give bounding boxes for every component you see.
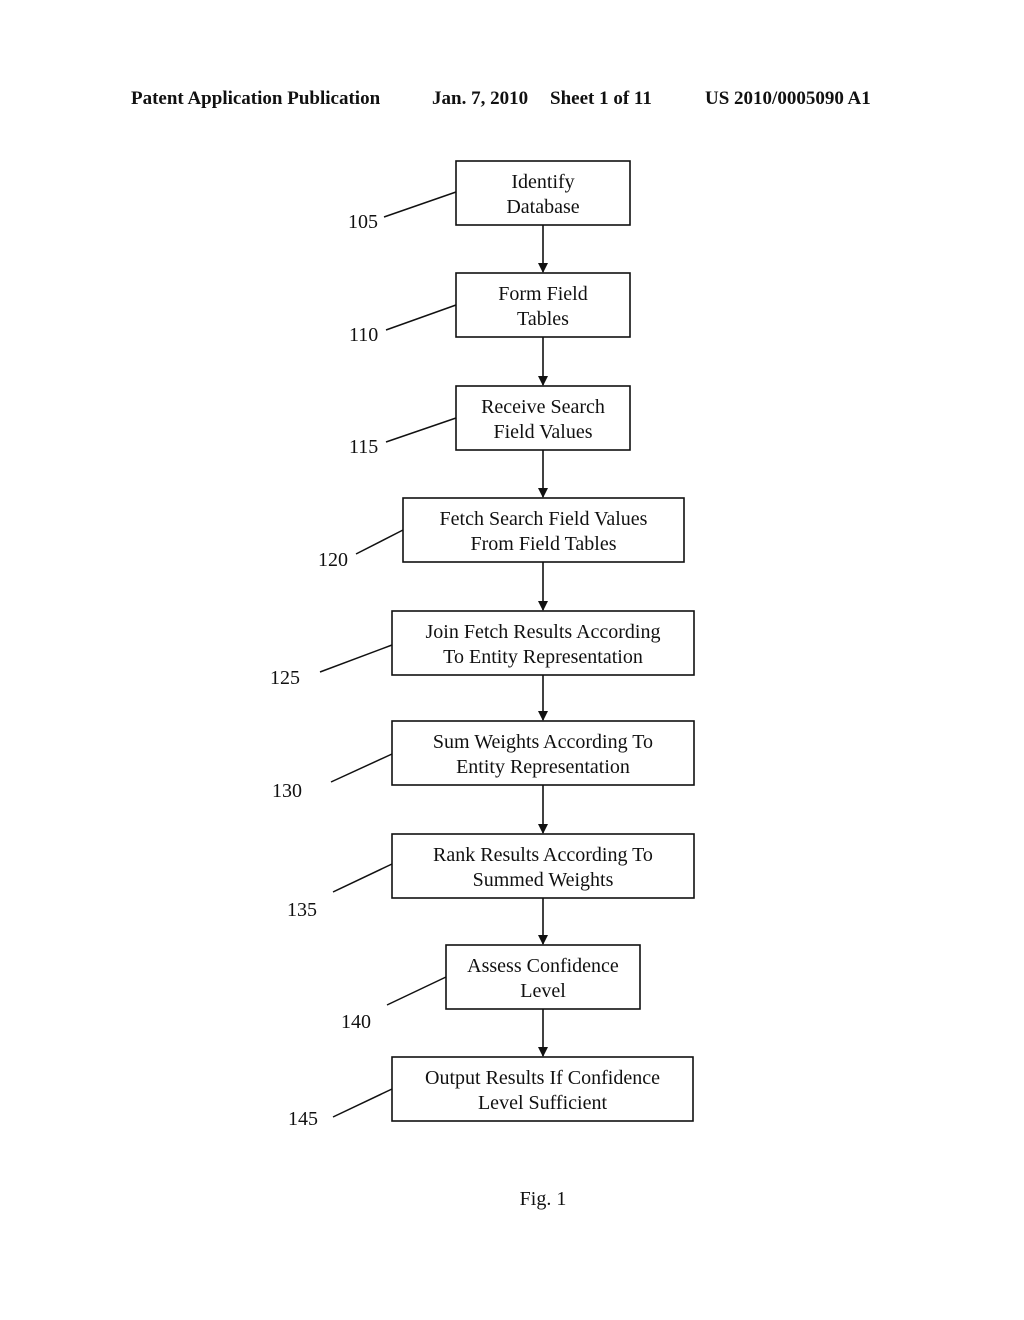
process-box-130: Sum Weights According To Entity Represent… bbox=[391, 720, 695, 786]
leader-line-130 bbox=[330, 753, 393, 783]
box-label-line: Field Values bbox=[493, 421, 592, 443]
reference-numeral-115: 115 bbox=[349, 436, 378, 458]
reference-numeral-130: 130 bbox=[272, 780, 302, 802]
leader-line-105 bbox=[383, 191, 457, 218]
box-label-line: Sum Weights According To bbox=[433, 731, 653, 753]
reference-numeral-135: 135 bbox=[287, 899, 317, 921]
box-label-line: Receive Search bbox=[481, 396, 605, 418]
box-label-line: Join Fetch Results According bbox=[426, 621, 661, 643]
box-label-line: Entity Representation bbox=[456, 756, 630, 778]
leader-line-135 bbox=[332, 863, 393, 893]
process-box-135: Rank Results According To Summed Weights bbox=[391, 833, 695, 899]
box-label-line: Output Results If Confidence bbox=[425, 1067, 660, 1089]
process-box-140: Assess Confidence Level bbox=[445, 944, 641, 1010]
process-box-110: Form Field Tables bbox=[455, 272, 631, 338]
process-box-120: Fetch Search Field Values From Field Tabl… bbox=[402, 497, 685, 563]
leader-line-120 bbox=[355, 529, 404, 555]
process-box-125: Join Fetch Results According To Entity Re… bbox=[391, 610, 695, 676]
reference-numeral-105: 105 bbox=[348, 211, 378, 233]
box-label-line: Level Sufficient bbox=[478, 1092, 607, 1114]
box-label-line: Database bbox=[506, 196, 579, 218]
flowchart: Identify Database Form Field Tables Receive … bbox=[270, 160, 695, 1130]
leader-line-125 bbox=[319, 644, 393, 673]
reference-numeral-145: 145 bbox=[288, 1108, 318, 1130]
box-label-line: Form Field bbox=[498, 283, 587, 305]
box-label-line: Summed Weights bbox=[473, 869, 614, 891]
figure-label: Fig. 1 bbox=[519, 1188, 567, 1210]
box-label-line: To Entity Representation bbox=[443, 646, 643, 668]
leader-line-140 bbox=[386, 976, 447, 1006]
reference-numeral-140: 140 bbox=[341, 1011, 371, 1033]
box-label-line: Assess Confidence bbox=[467, 955, 619, 977]
reference-numeral-120: 120 bbox=[318, 549, 348, 571]
box-label-line: Level bbox=[520, 980, 566, 1002]
box-label-line: Identify bbox=[511, 171, 574, 193]
process-boxes: Identify Database Form Field Tables Receive … bbox=[391, 160, 695, 1122]
process-box-115: Receive Search Field Values bbox=[455, 385, 631, 451]
leader-line-145 bbox=[332, 1088, 393, 1118]
leader-line-110 bbox=[385, 304, 457, 331]
reference-numeral-110: 110 bbox=[349, 324, 378, 346]
process-box-105: Identify Database bbox=[455, 160, 631, 226]
process-box-145: Output Results If Confidence Level Suffic… bbox=[391, 1056, 694, 1122]
reference-numeral-125: 125 bbox=[270, 667, 300, 689]
box-label-line: Tables bbox=[517, 308, 569, 330]
box-label-line: Rank Results According To bbox=[433, 844, 653, 866]
leader-line-115 bbox=[385, 417, 457, 443]
box-label-line: Fetch Search Field Values bbox=[440, 508, 648, 530]
box-label-line: From Field Tables bbox=[470, 533, 616, 555]
